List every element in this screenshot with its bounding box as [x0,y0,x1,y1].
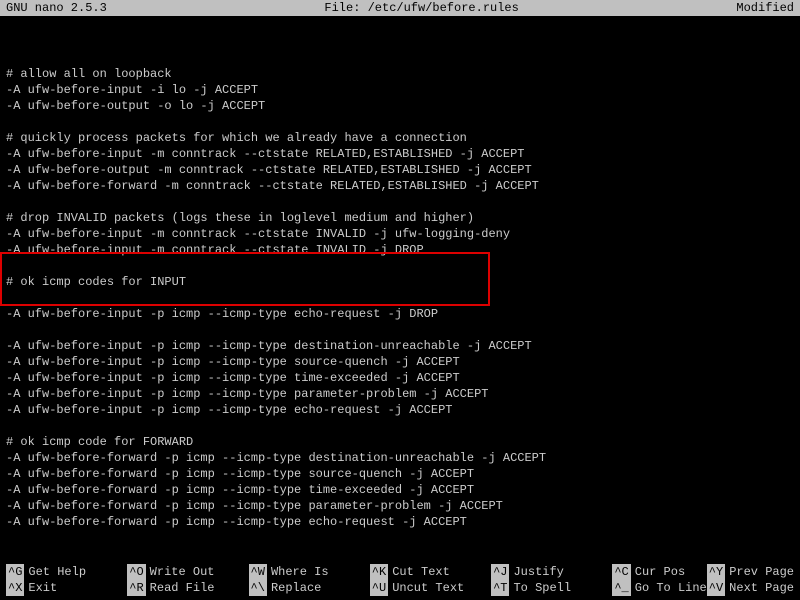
shortcut-write-out[interactable]: ^OWrite Out [127,564,248,580]
shortcut-go-to-line[interactable]: ^_Go To Line^VNext Page [612,580,794,596]
shortcut-get-help[interactable]: ^GGet Help [6,564,127,580]
shortcut-cur-pos[interactable]: ^CCur Pos ^YPrev Page [612,564,794,580]
modified-status: Modified [736,0,794,16]
nano-header: GNU nano 2.5.3 File: /etc/ufw/before.rul… [0,0,800,16]
shortcut-to-spell[interactable]: ^TTo Spell [491,580,612,596]
shortcut-exit[interactable]: ^XExit [6,580,127,596]
shortcut-cut-text[interactable]: ^KCut Text [370,564,491,580]
file-content: # allow all on loopback -A ufw-before-in… [6,67,546,529]
app-name: GNU nano 2.5.3 [6,0,107,16]
shortcut-bar: ^GGet Help ^OWrite Out ^WWhere Is ^KCut … [0,564,800,596]
shortcut-justify[interactable]: ^JJustify [491,564,612,580]
editor-area[interactable]: # allow all on loopback -A ufw-before-in… [0,16,800,562]
shortcut-where-is[interactable]: ^WWhere Is [249,564,370,580]
file-name: File: /etc/ufw/before.rules [107,0,737,16]
shortcut-uncut-text[interactable]: ^UUncut Text [370,580,491,596]
shortcut-replace[interactable]: ^\Replace [249,580,370,596]
shortcut-read-file[interactable]: ^RRead File [127,580,248,596]
